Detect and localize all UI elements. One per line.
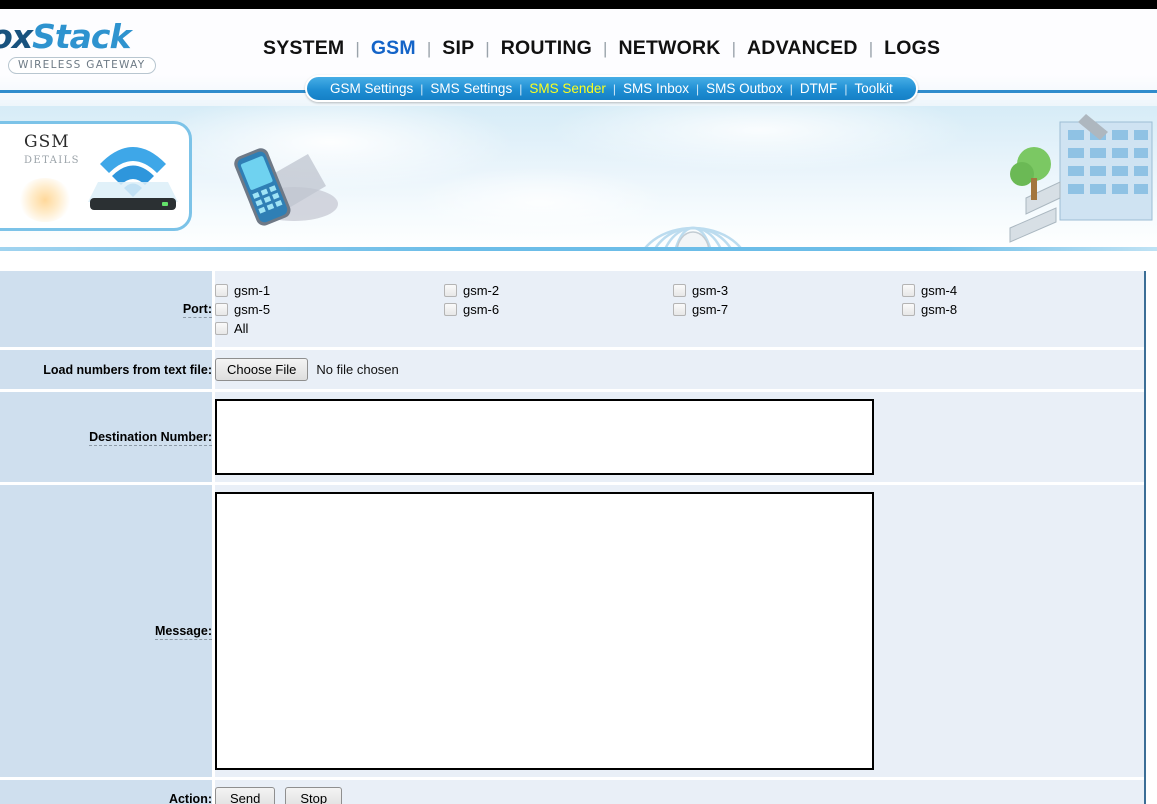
load-file-label-cell: Load numbers from text file:: [0, 350, 212, 392]
port-field-cell: gsm-1 gsm-2 gsm-3 gsm-4 gsm-5 gsm-6 gsm-…: [212, 271, 1144, 350]
main-content: Port: gsm-1 gsm-2 gsm-3 gsm-4 gsm-5 gsm-…: [0, 271, 1157, 804]
port-option-label: gsm-4: [921, 283, 958, 298]
action-label-cell: Action:: [0, 780, 212, 804]
port-option-label: gsm-3: [692, 283, 729, 298]
top-black-bar: [0, 0, 1157, 9]
nav-item-sip[interactable]: SIP: [431, 37, 485, 60]
stop-button[interactable]: Stop: [285, 787, 343, 804]
checkbox-icon[interactable]: [215, 322, 228, 335]
checkbox-icon[interactable]: [902, 303, 915, 316]
nav-item-gsm[interactable]: GSM: [360, 37, 427, 60]
nav-item-advanced[interactable]: ADVANCED: [736, 37, 869, 60]
gsm-submenu: GSM Settings | SMS Settings | SMS Sender…: [305, 75, 918, 102]
port-checkbox-gsm-2[interactable]: gsm-2: [444, 281, 673, 300]
sms-sender-form: Port: gsm-1 gsm-2 gsm-3 gsm-4 gsm-5 gsm-…: [0, 271, 1146, 804]
banner-bottom-rule: [0, 247, 1157, 251]
message-label-cell: Message:: [0, 485, 212, 780]
submenu-item-dtmf[interactable]: DTMF: [793, 81, 845, 96]
checkbox-icon[interactable]: [444, 303, 457, 316]
message-input[interactable]: [215, 492, 874, 770]
submenu-item-sms-settings[interactable]: SMS Settings: [423, 81, 519, 96]
wifi-router-icon: [88, 147, 178, 210]
port-checkbox-gsm-7[interactable]: gsm-7: [673, 300, 902, 319]
port-checkbox-gsm-5[interactable]: gsm-5: [215, 300, 444, 319]
port-checkbox-gsm-4[interactable]: gsm-4: [902, 281, 1131, 300]
port-option-label: gsm-8: [921, 302, 958, 317]
submenu-item-sms-inbox[interactable]: SMS Inbox: [616, 81, 696, 96]
submenu-band: GSM Settings | SMS Settings | SMS Sender…: [0, 75, 1157, 106]
submenu-item-sms-sender[interactable]: SMS Sender: [522, 81, 613, 96]
destination-label-cell: Destination Number:: [0, 392, 212, 485]
destination-field-cell: [212, 392, 1144, 485]
submenu-item-toolkit[interactable]: Toolkit: [847, 81, 899, 96]
port-label-cell: Port:: [0, 271, 212, 350]
file-chosen-status: No file chosen: [316, 362, 399, 377]
port-option-label: gsm-2: [463, 283, 500, 298]
port-checkbox-gsm-3[interactable]: gsm-3: [673, 281, 902, 300]
submenu-item-sms-outbox[interactable]: SMS Outbox: [699, 81, 790, 96]
destination-number-label: Destination Number:: [89, 430, 212, 446]
checkbox-icon[interactable]: [673, 303, 686, 316]
gsm-details-card-label: GSM DETAILS: [24, 132, 80, 166]
form-row-destination-number: Destination Number:: [0, 392, 1144, 485]
brand-logo-text: VoxStack: [0, 20, 188, 53]
action-buttons: Send Stop: [215, 780, 1144, 804]
action-field-cell: Send Stop: [212, 780, 1144, 804]
brand-logo[interactable]: VoxStack WIRELESS GATEWAY: [0, 20, 188, 74]
main-navigation: SYSTEM | GSM | SIP | ROUTING | NETWORK |…: [252, 37, 951, 60]
gsm-card-title: GSM: [24, 132, 70, 152]
form-row-message: Message:: [0, 485, 1144, 780]
glow-decoration: [18, 178, 72, 222]
port-checkbox-grid: gsm-1 gsm-2 gsm-3 gsm-4 gsm-5 gsm-6 gsm-…: [215, 271, 1144, 347]
load-file-field-cell: Choose File No file chosen: [212, 350, 1144, 392]
port-label: Port:: [182, 302, 212, 318]
brand-tagline: WIRELESS GATEWAY: [8, 57, 156, 74]
port-option-label: All: [234, 321, 249, 336]
checkbox-icon[interactable]: [902, 284, 915, 297]
nav-item-system[interactable]: SYSTEM: [252, 37, 355, 60]
action-label: Action:: [168, 791, 212, 804]
destination-number-input[interactable]: [215, 399, 874, 475]
checkbox-icon[interactable]: [673, 284, 686, 297]
brand-logo-vox: Vox: [0, 17, 33, 56]
nav-item-routing[interactable]: ROUTING: [490, 37, 603, 60]
submenu-item-gsm-settings[interactable]: GSM Settings: [323, 81, 420, 96]
form-row-load-file: Load numbers from text file: Choose File…: [0, 350, 1144, 392]
site-header: VoxStack WIRELESS GATEWAY SYSTEM | GSM |…: [0, 9, 1157, 75]
port-checkbox-gsm-1[interactable]: gsm-1: [215, 281, 444, 300]
page-banner: GSM DETAILS: [0, 106, 1157, 251]
load-file-label: Load numbers from text file:: [43, 362, 212, 377]
mobile-phone-icon: [234, 148, 338, 226]
form-row-port: Port: gsm-1 gsm-2 gsm-3 gsm-4 gsm-5 gsm-…: [0, 271, 1144, 350]
choose-file-button[interactable]: Choose File: [215, 358, 309, 381]
nav-item-logs[interactable]: LOGS: [873, 37, 951, 60]
port-option-label: gsm-1: [234, 283, 271, 298]
checkbox-icon[interactable]: [444, 284, 457, 297]
checkbox-icon[interactable]: [215, 303, 228, 316]
file-upload-control: Choose File No file chosen: [215, 350, 1144, 389]
port-option-label: gsm-6: [463, 302, 500, 317]
message-label: Message:: [155, 624, 212, 640]
send-button[interactable]: Send: [215, 787, 276, 804]
port-checkbox-gsm-6[interactable]: gsm-6: [444, 300, 673, 319]
port-option-label: gsm-7: [692, 302, 729, 317]
message-field-cell: [212, 485, 1144, 780]
port-checkbox-gsm-8[interactable]: gsm-8: [902, 300, 1131, 319]
checkbox-icon[interactable]: [215, 284, 228, 297]
gsm-card-subtitle: DETAILS: [24, 155, 80, 166]
nav-item-network[interactable]: NETWORK: [607, 37, 731, 60]
building-icon: [1009, 114, 1153, 243]
port-checkbox-all[interactable]: All: [215, 319, 444, 338]
port-option-label: gsm-5: [234, 302, 271, 317]
form-row-action: Action: Send Stop: [0, 780, 1144, 804]
brand-logo-stack: Stack: [32, 17, 131, 56]
